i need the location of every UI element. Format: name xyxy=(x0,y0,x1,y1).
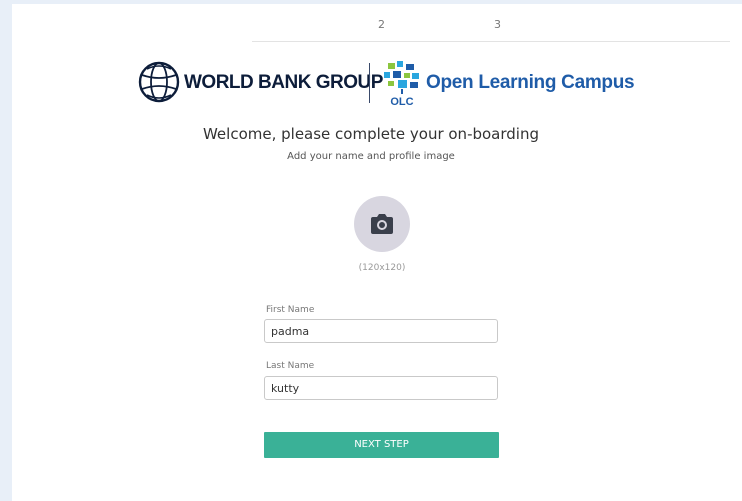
last-name-label: Last Name xyxy=(266,361,315,371)
world-bank-group-wordmark: WORLD BANK GROUP xyxy=(184,72,383,93)
brand-header: WORLD BANK GROUP OLC Open Learning Campu… xyxy=(136,59,635,107)
step-3-indicator[interactable]: 3 xyxy=(494,18,501,31)
first-name-label: First Name xyxy=(266,305,315,315)
logo-divider xyxy=(369,63,370,103)
camera-icon xyxy=(371,214,393,234)
step-2-indicator[interactable]: 2 xyxy=(378,18,385,31)
svg-text:OLC: OLC xyxy=(390,96,413,107)
page-subtitle: Add your name and profile image xyxy=(287,151,455,162)
avatar-size-hint: (120x120) xyxy=(358,263,406,273)
stepper-track xyxy=(252,41,730,42)
open-learning-campus-wordmark: Open Learning Campus xyxy=(426,72,635,93)
first-name-input[interactable] xyxy=(264,319,498,343)
olc-tree-icon: OLC xyxy=(384,61,419,107)
page-title: Welcome, please complete your on-boardin… xyxy=(202,125,539,143)
last-name-input[interactable] xyxy=(264,376,498,400)
world-bank-globe-icon xyxy=(138,61,180,103)
profile-image-upload[interactable] xyxy=(354,196,410,252)
next-step-button[interactable]: NEXT STEP xyxy=(264,432,499,458)
